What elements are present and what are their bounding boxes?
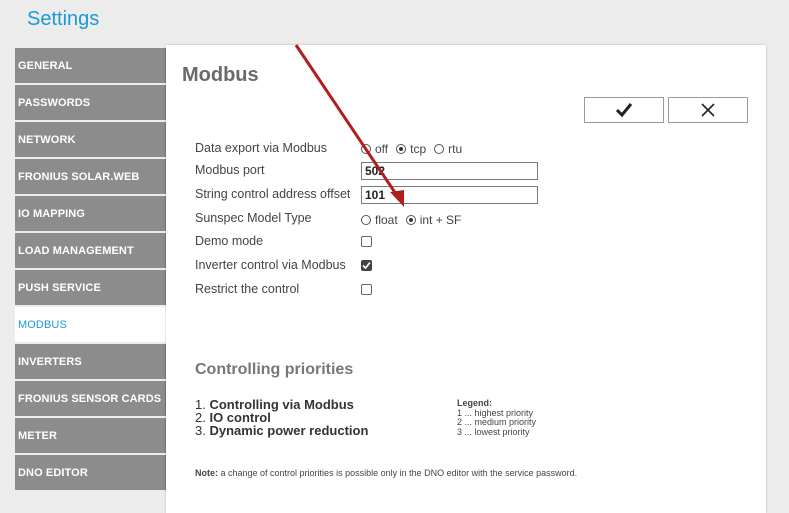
cancel-button[interactable] xyxy=(668,97,748,123)
data-export-radio-group: off tcp rtu xyxy=(361,142,470,156)
string-offset-input[interactable]: 101 xyxy=(361,186,538,204)
demo-mode-checkbox[interactable] xyxy=(361,236,372,247)
priority-legend: Legend: 1 ... highest priority 2 ... med… xyxy=(457,398,536,437)
controlling-priorities-title: Controlling priorities xyxy=(195,361,354,378)
sidebar-item-modbus[interactable]: MODBUS xyxy=(15,307,168,342)
app-title: Settings xyxy=(27,8,100,30)
data-export-rtu-radio[interactable] xyxy=(434,144,445,154)
sidebar-item-meter[interactable]: METER xyxy=(15,418,166,453)
close-icon xyxy=(701,103,715,117)
page-title: Modbus xyxy=(182,64,259,86)
string-offset-label: String control address offset xyxy=(195,187,351,201)
sidebar-item-dno-editor[interactable]: DNO EDITOR xyxy=(15,455,166,490)
sidebar-item-fronius-sensor-cards[interactable]: FRONIUS SENSOR CARDS xyxy=(15,381,166,416)
checkmark-icon xyxy=(615,103,633,118)
sidebar-item-load-management[interactable]: LOAD MANAGEMENT xyxy=(15,233,166,268)
sunspec-int-sf-label: int + SF xyxy=(419,213,462,227)
priority-note: Note: a change of control priorities is … xyxy=(195,468,578,478)
settings-panel: Modbus Data export via Modbus off tcp rt… xyxy=(166,45,766,513)
sunspec-label: Sunspec Model Type xyxy=(195,211,312,225)
data-export-rtu-label: rtu xyxy=(448,142,463,156)
inverter-control-label: Inverter control via Modbus xyxy=(195,258,346,272)
data-export-label: Data export via Modbus xyxy=(195,141,328,155)
data-export-tcp-radio[interactable] xyxy=(396,144,407,154)
sunspec-radio-group: float int + SF xyxy=(361,213,469,227)
data-export-off-label: off xyxy=(375,142,389,156)
sidebar: GENERAL PASSWORDS NETWORK FRONIUS SOLAR.WEB… xyxy=(15,48,168,492)
modbus-port-input[interactable]: 502 xyxy=(361,162,538,180)
sidebar-item-general[interactable]: GENERAL xyxy=(15,48,166,83)
legend-line: 3 ... lowest priority xyxy=(457,426,530,437)
priority-item: 3. Dynamic power reduction xyxy=(195,423,369,438)
sidebar-item-network[interactable]: NETWORK xyxy=(15,122,166,157)
restrict-control-label: Restrict the control xyxy=(195,282,300,296)
inverter-control-checkbox[interactable] xyxy=(361,260,372,271)
sidebar-item-push-service[interactable]: PUSH SERVICE xyxy=(15,270,166,305)
data-export-off-radio[interactable] xyxy=(361,144,371,154)
modbus-port-label: Modbus port xyxy=(195,163,265,177)
check-icon xyxy=(362,261,371,270)
sunspec-float-radio[interactable] xyxy=(361,215,371,225)
data-export-tcp-label: tcp xyxy=(410,142,427,156)
priority-list: 1. Controlling via Modbus 2. IO control … xyxy=(195,398,368,437)
save-button[interactable] xyxy=(584,97,664,123)
sidebar-item-inverters[interactable]: INVERTERS xyxy=(15,344,166,379)
sidebar-item-fronius-solar-web[interactable]: FRONIUS SOLAR.WEB xyxy=(15,159,166,194)
sunspec-float-label: float xyxy=(375,213,398,227)
sunspec-int-sf-radio[interactable] xyxy=(405,215,416,225)
sidebar-item-passwords[interactable]: PASSWORDS xyxy=(15,85,166,120)
demo-mode-label: Demo mode xyxy=(195,234,264,248)
sidebar-item-io-mapping[interactable]: IO MAPPING xyxy=(15,196,166,231)
restrict-control-checkbox[interactable] xyxy=(361,284,372,295)
